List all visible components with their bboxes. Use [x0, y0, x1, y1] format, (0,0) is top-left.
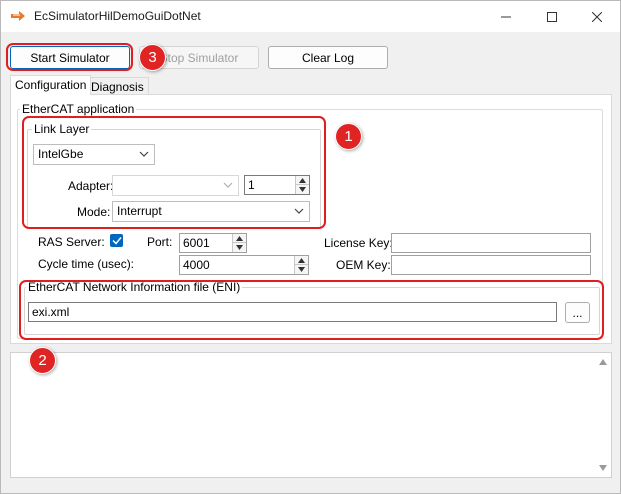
tab-configuration[interactable]: Configuration	[10, 75, 92, 95]
spin-down-icon[interactable]	[295, 265, 308, 274]
minimize-button[interactable]	[483, 1, 529, 32]
ethercat-application-label: EtherCAT application	[20, 102, 137, 116]
main-window: EcSimulatorHilDemoGuiDotNet Start Simula…	[0, 0, 621, 494]
tab-diagnosis[interactable]: Diagnosis	[86, 77, 149, 95]
annotation-marker-3: 3	[139, 44, 166, 71]
ras-server-label: RAS Server:	[38, 235, 105, 249]
cycle-time-stepper[interactable]: 4000	[179, 255, 309, 275]
cycle-time-label: Cycle time (usec):	[38, 257, 135, 271]
close-icon	[592, 11, 602, 22]
spin-down-icon[interactable]	[233, 243, 246, 252]
minimize-icon	[501, 16, 511, 17]
scroll-up-icon[interactable]	[599, 359, 607, 365]
port-stepper[interactable]: 6001	[179, 233, 247, 253]
highlight-link-layer	[22, 116, 326, 229]
clear-log-button[interactable]: Clear Log	[268, 46, 388, 69]
spin-up-icon[interactable]	[295, 256, 308, 265]
ras-server-checkbox[interactable]	[110, 234, 123, 247]
highlight-eni	[19, 280, 604, 340]
spin-up-icon[interactable]	[233, 234, 246, 243]
cycle-time-value: 4000	[183, 258, 210, 272]
app-icon	[11, 11, 25, 21]
window-title: EcSimulatorHilDemoGuiDotNet	[34, 9, 201, 23]
log-scrollbar[interactable]	[595, 353, 611, 477]
close-button[interactable]	[574, 1, 620, 32]
title-bar: EcSimulatorHilDemoGuiDotNet	[1, 1, 620, 32]
license-key-input[interactable]	[391, 233, 591, 253]
annotation-marker-2: 2	[29, 347, 56, 374]
license-key-label: License Key:	[324, 236, 393, 250]
maximize-button[interactable]	[529, 1, 575, 32]
cycle-time-spinner[interactable]	[294, 256, 308, 274]
checkmark-icon	[111, 237, 122, 245]
port-value: 6001	[183, 236, 210, 250]
port-label: Port:	[147, 235, 173, 249]
scroll-down-icon[interactable]	[599, 465, 607, 471]
oem-key-label: OEM Key:	[336, 258, 391, 272]
highlight-start-button	[6, 43, 133, 71]
annotation-marker-1: 1	[335, 123, 362, 150]
log-output[interactable]	[10, 352, 612, 478]
maximize-icon	[547, 11, 557, 22]
oem-key-input[interactable]	[391, 255, 591, 275]
port-spinner[interactable]	[232, 234, 246, 252]
